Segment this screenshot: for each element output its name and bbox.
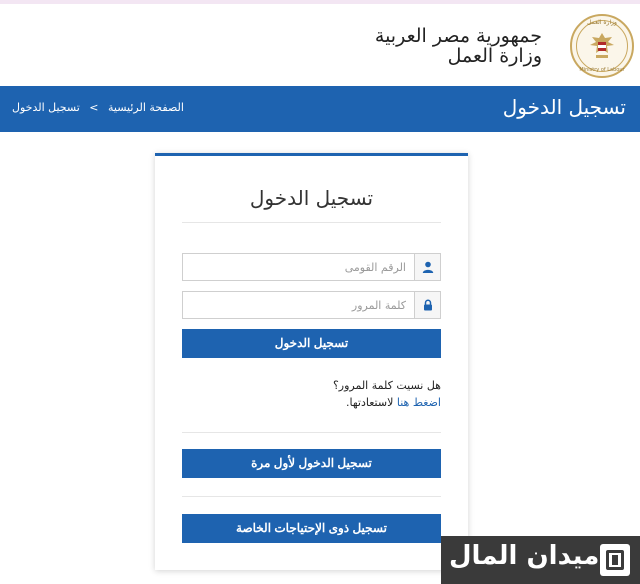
- eagle-emblem-icon[interactable]: وزارة العمل Ministry of Labour: [570, 14, 634, 78]
- login-submit-button[interactable]: تسجيل الدخول: [182, 329, 441, 358]
- national-id-field: [182, 253, 441, 281]
- emblem-text-bottom: Ministry of Labour: [579, 67, 625, 73]
- watermark-logo-icon: [600, 544, 630, 576]
- watermark-logo-bar: [612, 555, 618, 565]
- breadcrumb-separator: >: [89, 101, 99, 114]
- title-bar: تسجيل الدخول الصفحة الرئيسية > تسجيل الد…: [0, 86, 640, 132]
- forgot-password-question: هل نسيت كلمة المرور؟: [332, 379, 441, 392]
- recover-password-link[interactable]: اضغط هنا: [397, 396, 441, 409]
- lock-icon: [414, 292, 440, 318]
- divider-middle: [182, 432, 441, 433]
- breadcrumb: الصفحة الرئيسية > تسجيل الدخول: [12, 101, 184, 114]
- user-icon: [414, 254, 440, 280]
- watermark-text: ميدان المال: [449, 541, 600, 571]
- breadcrumb-home-link[interactable]: الصفحة الرئيسية: [108, 101, 184, 114]
- page-title: تسجيل الدخول: [502, 95, 626, 119]
- eagle-shape: [590, 33, 614, 58]
- site-header: وزارة العمل Ministry of Labour جمهورية م…: [0, 4, 640, 86]
- org-line-1: جمهورية مصر العربية: [374, 25, 542, 47]
- breadcrumb-current: تسجيل الدخول: [12, 101, 80, 114]
- watermark: ميدان المال: [441, 536, 640, 584]
- first-time-login-button[interactable]: تسجيل الدخول لأول مرة: [182, 449, 441, 478]
- national-id-input[interactable]: [183, 254, 414, 280]
- divider-top: [182, 222, 441, 223]
- forgot-password-line: اضغط هنا لاستعادتها.: [346, 396, 441, 409]
- recover-password-suffix: لاستعادتها.: [346, 396, 394, 409]
- special-needs-register-button[interactable]: تسجيل ذوى الإحتياجات الخاصة: [182, 514, 441, 543]
- emblem-text-top: وزارة العمل: [587, 19, 617, 26]
- login-card: تسجيل الدخول تسجيل الدخول هل نسيت كلمة ا…: [155, 153, 468, 570]
- divider-bottom: [182, 496, 441, 497]
- organization-name: جمهورية مصر العربية وزارة العمل: [375, 26, 542, 66]
- password-input[interactable]: [183, 292, 414, 318]
- password-field: [182, 291, 441, 319]
- page: وزارة العمل Ministry of Labour جمهورية م…: [0, 0, 640, 584]
- org-line-2: وزارة العمل: [447, 45, 542, 67]
- login-title: تسجيل الدخول: [249, 186, 374, 210]
